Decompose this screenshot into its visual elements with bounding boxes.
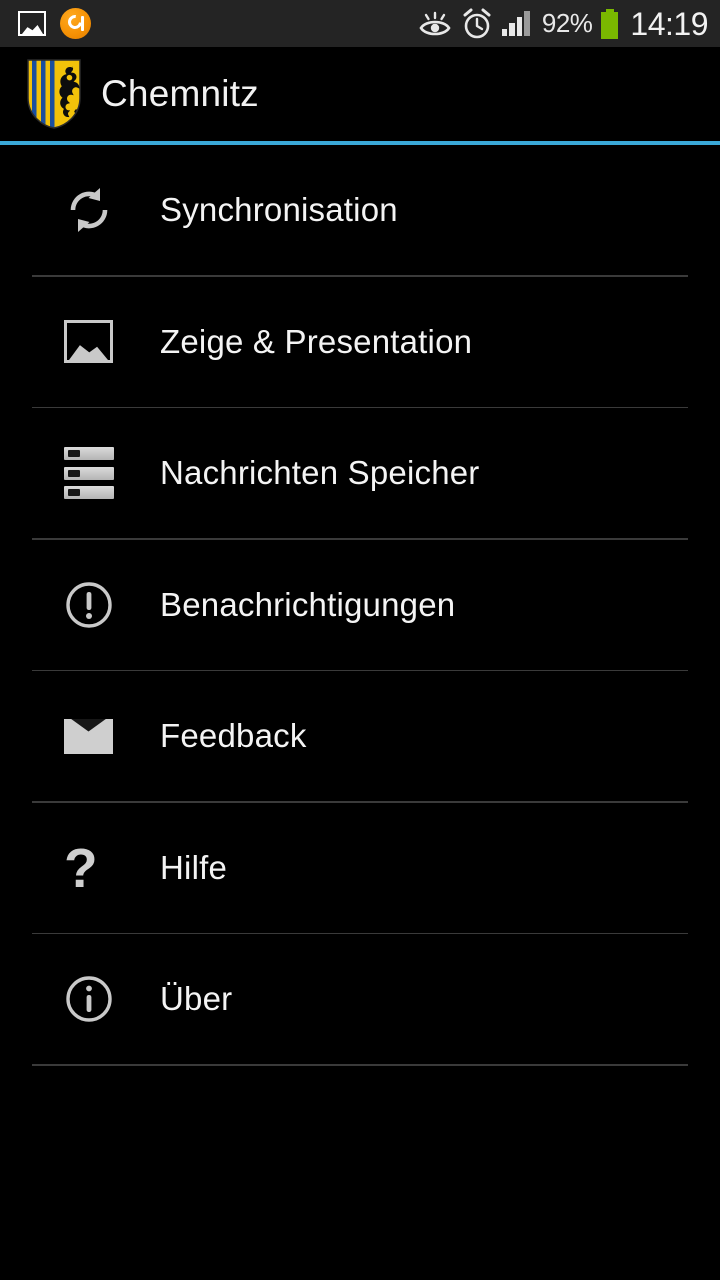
clock-label: 14:19 [630,5,708,42]
menu-item-nachrichten-speicher[interactable]: Nachrichten Speicher [0,408,720,538]
image-icon [64,320,136,363]
menu-item-benachrichtigungen[interactable]: Benachrichtigungen [0,540,720,670]
screenshot-icon [18,11,46,36]
battery-icon [601,8,619,39]
status-bar-right-icons: 92% 14:19 [418,8,708,40]
alert-circle-icon [64,580,136,630]
sync-icon [64,185,136,235]
status-bar: 92% 14:19 [0,0,720,47]
menu-item-label: Benachrichtigungen [160,585,456,623]
info-circle-icon [64,974,136,1024]
menu-item-label: Zeige & Presentation [160,322,473,360]
menu-item-label: Über [160,980,233,1017]
signal-bars-icon [501,11,533,36]
menu-item-label: Feedback [160,717,307,754]
settings-menu-list: Synchronisation Zeige & Presentation Nac… [0,145,720,1066]
app-header: Chemnitz [0,47,720,141]
page-title: Chemnitz [101,73,259,114]
menu-item-synchronisation[interactable]: Synchronisation [0,145,720,275]
question-mark-icon: ? [64,836,136,899]
menu-item-label: Nachrichten Speicher [160,454,480,491]
alarm-clock-icon [461,8,493,40]
question-mark-glyph: ? [64,836,98,899]
menu-item-zeige-presentation[interactable]: Zeige & Presentation [0,277,720,407]
menu-item-label: Synchronisation [160,191,398,228]
menu-item-hilfe[interactable]: ? Hilfe [0,803,720,933]
menu-item-feedback[interactable]: Feedback [0,671,720,801]
battery-percent-label: 92% [541,8,593,38]
menu-item-ueber[interactable]: Über [0,934,720,1064]
menu-divider [32,1064,688,1066]
storage-icon [64,447,136,499]
status-bar-left-icons [18,8,91,39]
smart-stay-eye-icon [418,11,452,37]
menu-item-label: Hilfe [160,848,228,886]
app-notification-icon [60,8,91,39]
chemnitz-coat-of-arms [26,58,82,130]
envelope-icon [64,718,136,754]
